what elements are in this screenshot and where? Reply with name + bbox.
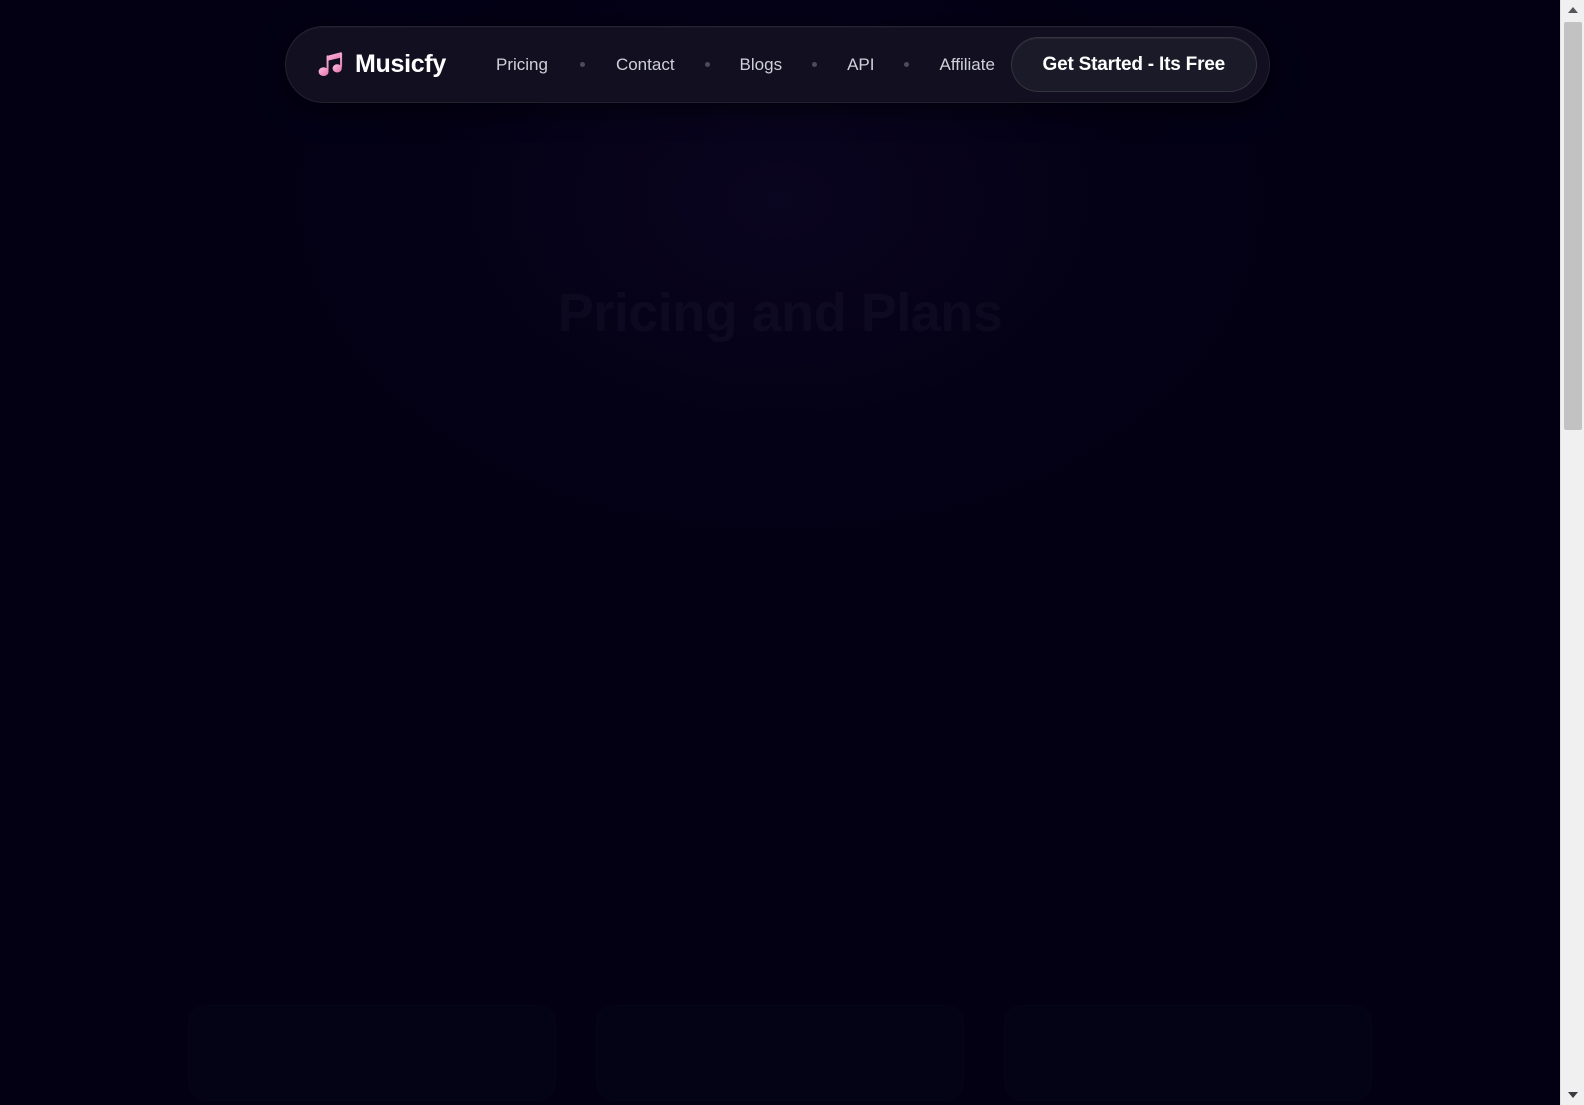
nav-link-pricing[interactable]: Pricing (494, 49, 550, 81)
brand-logo[interactable]: Musicfy (318, 50, 446, 79)
nav-separator-dot (579, 62, 585, 67)
pricing-card[interactable] (188, 1005, 556, 1101)
navbar-links: Pricing Contact Blogs API Affiliate (494, 49, 1011, 81)
scrollbar-up-arrow[interactable] (1561, 0, 1584, 20)
vertical-scrollbar[interactable] (1560, 0, 1584, 1105)
nav-separator-dot (904, 62, 910, 67)
nav-link-contact[interactable]: Contact (614, 49, 677, 81)
navbar-pill: Musicfy Pricing Contact Blogs API Affili… (285, 26, 1270, 103)
scrollbar-down-arrow[interactable] (1561, 1085, 1584, 1105)
scrollbar-thumb[interactable] (1564, 22, 1582, 430)
brand-name: Musicfy (355, 50, 446, 78)
nav-separator-dot (812, 62, 818, 67)
pricing-cards-row (0, 1005, 1560, 1101)
nav-link-affiliate[interactable]: Affiliate (937, 49, 996, 81)
nav-link-blogs[interactable]: Blogs (738, 49, 785, 81)
site-navbar: Musicfy Pricing Contact Blogs API Affili… (285, 26, 1270, 103)
nav-link-api[interactable]: API (845, 49, 876, 81)
music-note-icon (318, 51, 343, 76)
page-title: Pricing and Plans (0, 282, 1560, 344)
pricing-card[interactable] (596, 1005, 964, 1101)
get-started-button[interactable]: Get Started - Its Free (1010, 37, 1257, 92)
page-canvas: Musicfy Pricing Contact Blogs API Affili… (0, 0, 1560, 1105)
nav-separator-dot (704, 62, 710, 67)
pricing-card[interactable] (1004, 1005, 1372, 1101)
